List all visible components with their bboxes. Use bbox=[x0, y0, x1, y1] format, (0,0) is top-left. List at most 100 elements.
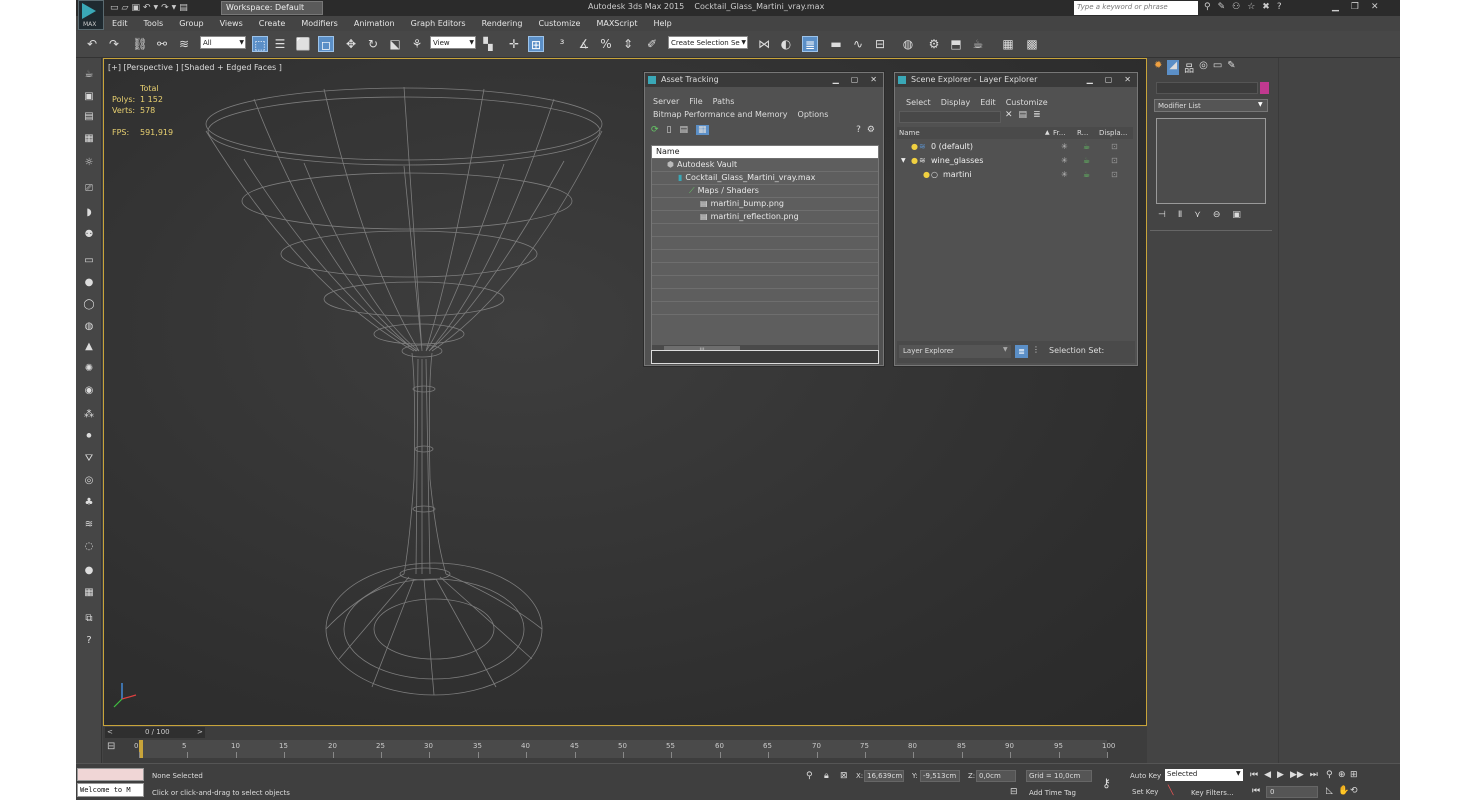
object-color-swatch[interactable] bbox=[1260, 82, 1269, 94]
orbit-icon[interactable]: ⟲ bbox=[1350, 786, 1362, 796]
project-folder-icon[interactable]: ▤ bbox=[179, 2, 188, 14]
shell-icon[interactable]: ◌ bbox=[81, 540, 97, 554]
curve-editor-icon[interactable]: ∿ bbox=[850, 36, 866, 52]
create-tab-icon[interactable]: ✹ bbox=[1154, 60, 1162, 75]
absolute-mode-icon[interactable]: ⊠ bbox=[840, 771, 848, 781]
maximize-icon[interactable]: ▢ bbox=[851, 73, 859, 87]
key-icon[interactable]: ⚷ bbox=[1102, 776, 1111, 790]
toggle-ribbon-icon[interactable]: ▬ bbox=[828, 36, 844, 52]
go-to-end-icon[interactable]: ⏭ bbox=[1310, 770, 1318, 780]
help-icon[interactable]: ? bbox=[1277, 2, 1282, 12]
display-tab-icon[interactable]: ▭ bbox=[1213, 60, 1222, 75]
asset-list-header[interactable]: Name bbox=[652, 146, 878, 159]
snaps-toggle-icon[interactable]: ³ bbox=[554, 36, 570, 52]
visibility-bulb-icon[interactable]: ● bbox=[911, 154, 918, 167]
pan-icon[interactable]: ✋ bbox=[1338, 786, 1350, 796]
helper-icon[interactable]: ◗ bbox=[81, 206, 97, 220]
clone-icon[interactable]: ⧉ bbox=[81, 612, 97, 626]
close-icon[interactable]: ✕ bbox=[1371, 2, 1379, 12]
add-time-tag[interactable]: Add Time Tag bbox=[1029, 789, 1076, 797]
layer-explorer-icon[interactable]: ≣ bbox=[802, 36, 818, 52]
geosphere-icon[interactable]: ◯ bbox=[81, 298, 97, 312]
display-box-icon[interactable]: ⊡ bbox=[1111, 154, 1118, 167]
minimize-icon[interactable]: ▁ bbox=[833, 73, 839, 87]
show-end-result-icon[interactable]: Ⅱ bbox=[1178, 210, 1182, 220]
select-and-move-icon[interactable]: ✥ bbox=[343, 36, 359, 52]
layer-row[interactable]: ● ○ martini ✳ ☕ ⊡ bbox=[897, 168, 1133, 181]
manipulate-icon[interactable]: ✛ bbox=[506, 36, 522, 52]
zoom-all-icon[interactable]: ⊕ bbox=[1338, 770, 1350, 780]
rectangular-selection-icon[interactable]: ⬜ bbox=[295, 36, 311, 52]
redo-icon[interactable]: ↷ bbox=[161, 2, 169, 14]
explorer-type-dropdown[interactable]: Layer Explorer bbox=[899, 345, 1011, 358]
space-warp-icon[interactable]: ⁂ bbox=[81, 408, 97, 422]
hierarchy-tab-icon[interactable]: 品 bbox=[1184, 60, 1194, 75]
particle-icon[interactable]: ⚉ bbox=[81, 228, 97, 242]
select-and-scale-icon[interactable]: ⬕ bbox=[387, 36, 403, 52]
asset-menu-file[interactable]: File bbox=[684, 95, 707, 108]
visibility-bulb-icon[interactable]: ● bbox=[923, 168, 930, 181]
freeze-icon[interactable]: ✳ bbox=[1061, 154, 1068, 167]
sun-icon[interactable]: ✺ bbox=[81, 362, 97, 376]
percent-snap-icon[interactable]: % bbox=[598, 36, 614, 52]
spinner-snap-icon[interactable]: ⇕ bbox=[620, 36, 636, 52]
redo-icon[interactable]: ↷ bbox=[106, 36, 122, 52]
render-production-icon[interactable]: ☕ bbox=[970, 36, 986, 52]
pin-stack-icon[interactable]: ⊣ bbox=[1158, 210, 1166, 220]
pyramid-icon[interactable]: ⛛ bbox=[81, 452, 97, 466]
file-list-icon[interactable]: ▤ bbox=[680, 125, 689, 135]
minimize-icon[interactable]: ▁ bbox=[1087, 73, 1093, 87]
freeze-icon[interactable]: ✳ bbox=[1061, 168, 1068, 181]
scene-explorer-window[interactable]: Scene Explorer - Layer Explorer ▁ ▢ ✕ Se… bbox=[894, 72, 1138, 366]
sign-in-icon[interactable]: ⚇ bbox=[1232, 2, 1240, 12]
menu-item-customize[interactable]: Customize bbox=[530, 16, 588, 31]
menu-item-rendering[interactable]: Rendering bbox=[474, 16, 531, 31]
set-key-icon[interactable]: ╲ bbox=[1168, 786, 1173, 796]
current-frame-field[interactable]: 0 bbox=[1266, 786, 1318, 798]
object-name-field[interactable] bbox=[1156, 82, 1258, 94]
render-frame-icon[interactable]: ▣ bbox=[81, 90, 97, 104]
unlink-icon[interactable]: ⚯ bbox=[154, 36, 170, 52]
zoom-icon[interactable]: ⚲ bbox=[1326, 770, 1338, 780]
plant-icon[interactable]: ♣ bbox=[81, 496, 97, 510]
window-crossing-icon[interactable]: ◻ bbox=[318, 36, 334, 52]
menu-item-edit[interactable]: Edit bbox=[104, 16, 136, 31]
reference-coordinate-dropdown[interactable]: View bbox=[430, 36, 476, 49]
menu-item-maxscript[interactable]: MAXScript bbox=[588, 16, 645, 31]
menu-item-create[interactable]: Create bbox=[251, 16, 294, 31]
auto-key-button[interactable]: Auto Key bbox=[1130, 772, 1161, 780]
layer-list-icon[interactable]: ▤ bbox=[81, 110, 97, 124]
camera-icon[interactable]: ⎚ bbox=[81, 182, 97, 196]
renderable-teapot-icon[interactable]: ☕ bbox=[1083, 154, 1090, 167]
track-bar[interactable]: 0 5 10 15 20 25 30 35 40 45 50 55 60 65 70 75 80 85 90 95 10… bbox=[134, 740, 1115, 758]
go-to-start-icon[interactable]: ⏮ bbox=[1250, 770, 1258, 780]
column-freeze[interactable]: Fr... bbox=[1053, 127, 1065, 139]
configure-sets-icon[interactable]: ▣ bbox=[1232, 210, 1241, 220]
field-of-view-icon[interactable]: ◺ bbox=[1326, 786, 1338, 796]
menu-item-views[interactable]: Views bbox=[212, 16, 251, 31]
align-icon[interactable]: ◐ bbox=[778, 36, 794, 52]
modify-tab-icon[interactable]: ◢ bbox=[1167, 60, 1180, 75]
select-and-rotate-icon[interactable]: ↻ bbox=[365, 36, 381, 52]
link-icon[interactable]: ⛓ bbox=[132, 36, 148, 52]
explorer-menu-display[interactable]: Display bbox=[936, 96, 976, 109]
select-by-name-icon[interactable]: ☰ bbox=[272, 36, 288, 52]
column-name[interactable]: Name bbox=[899, 127, 920, 139]
asset-menu-paths[interactable]: Paths bbox=[708, 95, 740, 108]
modifier-list-dropdown[interactable]: Modifier List bbox=[1154, 99, 1268, 112]
freeze-icon[interactable]: ✳ bbox=[1061, 140, 1068, 153]
set-key-button[interactable]: Set Key bbox=[1132, 788, 1158, 796]
make-unique-icon[interactable]: ⋎ bbox=[1194, 210, 1201, 220]
y-coordinate-field[interactable]: -9,513cm bbox=[920, 770, 960, 782]
cone-icon[interactable]: ▲ bbox=[81, 340, 97, 354]
maxscript-listener-input[interactable]: Welcome to M bbox=[77, 783, 144, 797]
asset-menu-bitmap-performance-and-memory[interactable]: Bitmap Performance and Memory bbox=[648, 108, 793, 121]
molecule-icon[interactable]: ⚫ bbox=[81, 430, 97, 444]
grid-tool-icon[interactable]: ▦ bbox=[81, 586, 97, 600]
key-mode-toggle-icon[interactable]: ⏮ bbox=[1252, 786, 1260, 796]
asset-row[interactable]: ▤ martini_bump.png bbox=[652, 198, 878, 211]
layer-row[interactable]: ● ≋ 0 (default) ✳ ☕ ⊡ bbox=[897, 140, 1133, 153]
asset-row[interactable]: ⟋ Maps / Shaders bbox=[652, 185, 878, 198]
renderable-teapot-icon[interactable]: ☕ bbox=[1083, 168, 1090, 181]
globe-icon[interactable]: ◎ bbox=[81, 474, 97, 488]
